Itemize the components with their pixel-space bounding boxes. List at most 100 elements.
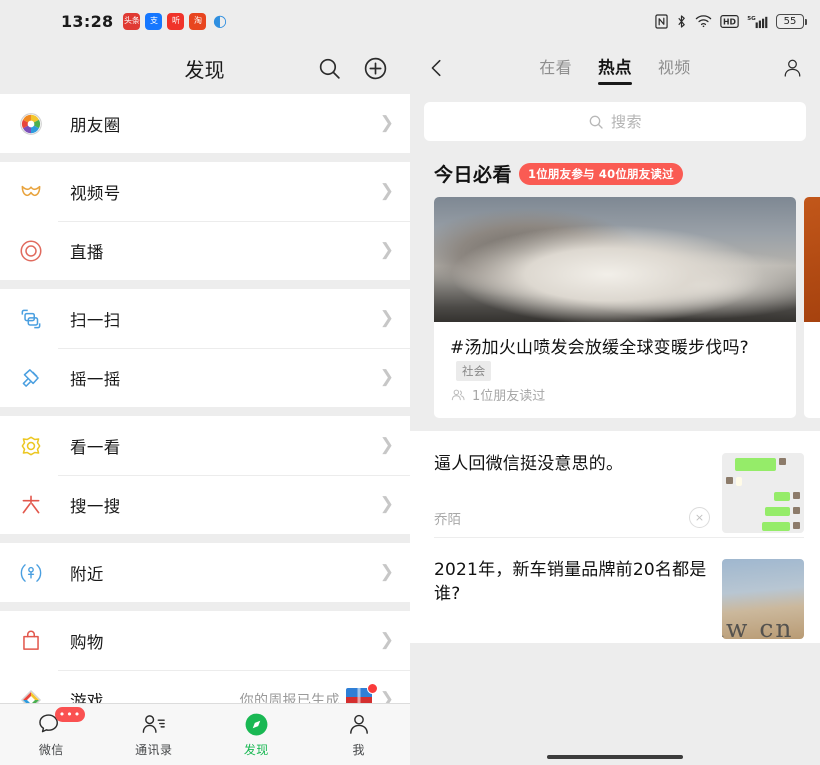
tab-contacts[interactable]: 通讯录 — [103, 711, 206, 758]
browser-app-icon: ◐ — [211, 13, 228, 30]
sidebar-item-label: 直播 — [70, 239, 104, 263]
home-indicator — [547, 755, 683, 759]
sidebar-item-games[interactable]: 游戏 你的周报已生成 ❯ — [0, 670, 410, 703]
bluetooth-icon — [676, 14, 687, 29]
search-sousou-icon — [14, 488, 48, 522]
friends-read-icon — [450, 387, 466, 403]
shopping-icon — [14, 624, 48, 658]
add-icon[interactable] — [363, 56, 388, 81]
group-divider — [0, 280, 410, 289]
sidebar-item-label: 附近 — [70, 561, 104, 585]
sidebar-item-label: 视频号 — [70, 180, 121, 204]
tab-label: 发现 — [244, 741, 269, 758]
svg-text:HD: HD — [723, 17, 737, 26]
ting-app-icon: 听 — [167, 13, 184, 30]
news-card-tag: 社会 — [456, 361, 491, 382]
menu-group: 朋友圈 ❯ — [0, 94, 410, 153]
left-status-bar: 13:28 头条 支 听 淘 ◐ — [0, 0, 410, 42]
tab-me[interactable]: 我 — [308, 711, 411, 758]
wechat-topstories-panel: HD 5G 55 在看 热点 — [410, 0, 820, 765]
page-title: 发现 — [22, 54, 317, 83]
hd-icon: HD — [720, 15, 739, 28]
tab-label: 通讯录 — [135, 741, 172, 758]
menu-group: 购物 ❯ 游戏 — [0, 611, 410, 703]
chevron-right-icon: ❯ — [380, 437, 394, 454]
tab-label: 微信 — [39, 741, 64, 758]
sidebar-item-label: 看一看 — [70, 434, 121, 458]
sidebar-item-label: 搜一搜 — [70, 493, 121, 517]
news-card-next-peek[interactable] — [804, 197, 820, 418]
group-divider — [0, 153, 410, 162]
search-icon — [588, 114, 604, 130]
topstories-header: 在看 热点 视频 — [410, 42, 820, 94]
tab-wechat[interactable]: ••• 微信 — [0, 711, 103, 758]
menu-group: 视频号 ❯ 直播 ❯ — [0, 162, 410, 280]
nearby-icon — [14, 556, 48, 590]
friends-stats-badge: 1位朋友参与 40位朋友读过 — [519, 163, 683, 185]
sidebar-item-label: 购物 — [70, 629, 104, 653]
weekly-report-badge — [346, 688, 372, 704]
back-icon[interactable] — [426, 57, 458, 79]
group-divider — [0, 534, 410, 543]
live-icon — [14, 234, 48, 268]
dismiss-article-button[interactable]: × — [689, 507, 710, 528]
sidebar-item-shake[interactable]: 摇一摇 ❯ — [0, 348, 410, 407]
status-time: 13:28 — [61, 12, 113, 31]
must-read-card-carousel[interactable]: #汤加火山喷发会放缓全球变暖步伐吗?社会 1位朋友读过 — [410, 197, 820, 418]
dual-pane-screenshot: 13:28 头条 支 听 淘 ◐ 发现 — [0, 0, 820, 765]
taobao-app-icon: 淘 — [189, 13, 206, 30]
list-item[interactable]: 逼人回微信挺没意思的。 乔陌 × — [410, 431, 820, 537]
menu-group: 附近 ❯ — [0, 543, 410, 602]
chevron-right-icon: ❯ — [380, 691, 394, 703]
search-icon[interactable] — [317, 56, 342, 81]
bottom-tabbar: ••• 微信 通讯录 — [0, 703, 410, 765]
section-title: 今日必看 — [434, 160, 512, 187]
chevron-right-icon: ❯ — [380, 183, 394, 200]
sidebar-item-shopping[interactable]: 购物 ❯ — [0, 611, 410, 670]
chevron-right-icon: ❯ — [380, 632, 394, 649]
tab-redian[interactable]: 热点 — [598, 54, 632, 83]
chevron-right-icon: ❯ — [380, 369, 394, 386]
shake-icon — [14, 361, 48, 395]
menu-group: 扫一扫 ❯ 摇一摇 ❯ — [0, 289, 410, 407]
next-card-photo — [804, 197, 820, 322]
feed-item-title: 逼人回微信挺没意思的。 — [434, 453, 710, 477]
search-placeholder: 搜索 — [611, 111, 642, 132]
news-card[interactable]: #汤加火山喷发会放缓全球变暖步伐吗?社会 1位朋友读过 — [434, 197, 796, 418]
chevron-right-icon: ❯ — [380, 115, 394, 132]
wechat-chat-screenshot — [722, 453, 804, 533]
unread-dot-icon — [367, 683, 378, 694]
tab-zaikan[interactable]: 在看 — [539, 54, 572, 83]
sidebar-item-nearby[interactable]: 附近 ❯ — [0, 543, 410, 602]
chat-icon: ••• — [38, 711, 65, 737]
news-card-body: #汤加火山喷发会放缓全球变暖步伐吗?社会 — [434, 322, 796, 385]
alipay-app-icon: 支 — [145, 13, 162, 30]
wifi-icon — [695, 14, 712, 28]
list-item[interactable]: 2021年，新车销量品牌前20名都是谁? itdw cn — [410, 537, 820, 643]
discover-icon — [244, 711, 269, 737]
sidebar-item-label: 扫一扫 — [70, 307, 121, 331]
wechat-discover-panel: 13:28 头条 支 听 淘 ◐ 发现 — [0, 0, 410, 765]
chevron-right-icon: ❯ — [380, 242, 394, 259]
svg-text:5G: 5G — [747, 16, 756, 22]
tab-shipin[interactable]: 视频 — [658, 54, 691, 83]
channels-icon — [14, 175, 48, 209]
tab-discover[interactable]: 发现 — [205, 711, 308, 758]
sidebar-item-live[interactable]: 直播 ❯ — [0, 221, 410, 280]
games-icon — [14, 683, 48, 704]
sidebar-item-moments[interactable]: 朋友圈 ❯ — [0, 94, 410, 153]
sidebar-item-search-sousou[interactable]: 搜一搜 ❯ — [0, 475, 410, 534]
sidebar-item-channels[interactable]: 视频号 ❯ — [0, 162, 410, 221]
profile-icon[interactable] — [772, 57, 804, 80]
topstories-tabs: 在看 热点 视频 — [458, 54, 772, 83]
friends-read-count: 1位朋友读过 — [472, 385, 545, 404]
tab-label: 我 — [353, 741, 365, 758]
me-icon — [346, 711, 372, 737]
contacts-icon — [140, 711, 167, 737]
news-card-footer: 1位朋友读过 — [434, 385, 796, 418]
feed-item-main: 2021年，新车销量品牌前20名都是谁? — [434, 559, 722, 607]
search-input[interactable]: 搜索 — [424, 102, 806, 141]
feed-item-main: 逼人回微信挺没意思的。 乔陌 × — [434, 453, 722, 528]
sidebar-item-top-stories[interactable]: 看一看 ❯ — [0, 416, 410, 475]
sidebar-item-scan[interactable]: 扫一扫 ❯ — [0, 289, 410, 348]
